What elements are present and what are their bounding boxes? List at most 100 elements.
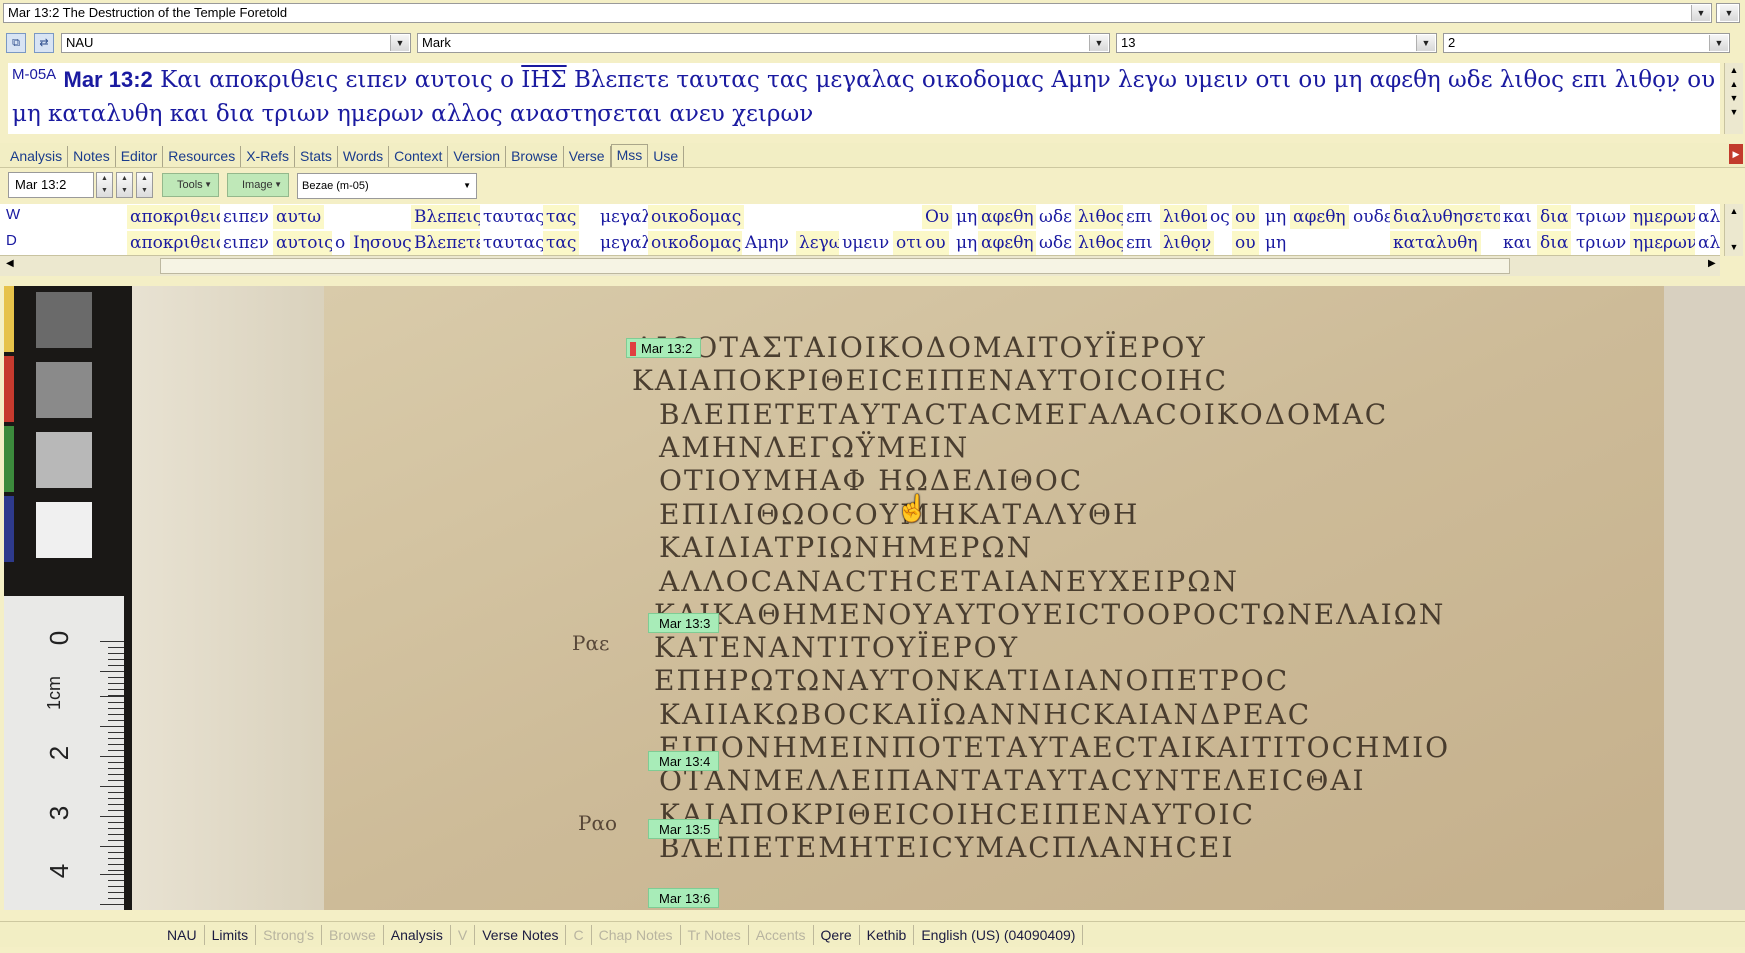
collation-word[interactable]: ου — [1232, 205, 1259, 229]
book-spinner[interactable]: ▲ ▼ — [136, 172, 153, 198]
collation-word[interactable]: λιθο̣ν̣ — [1160, 231, 1215, 255]
section-title-combo[interactable]: Mar 13:2 The Destruction of the Temple F… — [3, 3, 1712, 23]
collation-word[interactable]: λιθος — [1075, 231, 1129, 255]
collation-word[interactable]: Αμην — [742, 231, 792, 255]
collation-word[interactable]: αποκριθεις — [127, 231, 229, 255]
collation-word[interactable]: ταυτας — [480, 231, 548, 255]
chevron-down-icon[interactable]: ▼ — [1089, 35, 1108, 51]
collation-word[interactable]: ος — [1207, 205, 1233, 229]
collation-word[interactable]: αφεθη — [1290, 205, 1349, 229]
scroll-left-icon[interactable]: ◀ — [6, 258, 14, 269]
collation-word[interactable]: καταλυθη — [1390, 231, 1481, 255]
collation-hscrollbar[interactable]: ◀ ▶ — [0, 255, 1720, 276]
verse-tag[interactable]: Mar 13:2 — [626, 338, 702, 358]
collation-word[interactable]: ημερων — [1630, 205, 1701, 229]
verse-tag[interactable]: Mar 13:4 — [648, 751, 720, 771]
collation-word[interactable]: αυτω — [273, 205, 325, 229]
status-item[interactable]: C — [566, 924, 592, 945]
status-item[interactable]: V — [451, 924, 476, 945]
tab-browse[interactable]: Browse — [506, 146, 564, 167]
collation-word[interactable]: μη — [1262, 205, 1290, 229]
verse-spinner[interactable]: ▲ ▼ — [96, 172, 113, 198]
collation-word[interactable]: και — [1500, 205, 1535, 229]
collation-vscrollbar[interactable]: ▲ ▼ — [1724, 204, 1743, 256]
collation-word[interactable]: αλλ — [1695, 205, 1720, 229]
image-button[interactable]: Image ▼ — [227, 173, 289, 197]
version-select[interactable]: NAU ▼ — [61, 33, 411, 53]
tab-editor[interactable]: Editor — [116, 146, 164, 167]
collation-word[interactable]: μη — [1262, 231, 1290, 255]
collation-word[interactable]: ου — [1232, 231, 1259, 255]
chevron-down-icon[interactable]: ▼ — [390, 35, 409, 51]
collation-word[interactable]: τριων — [1573, 205, 1630, 229]
collation-word[interactable]: ωδε — [1036, 231, 1075, 255]
tab-use[interactable]: Use — [648, 146, 685, 167]
chapter-select[interactable]: 13 ▼ — [1116, 33, 1437, 53]
collation-word[interactable]: υμειν — [839, 231, 893, 255]
collation-word[interactable]: οτι — [893, 231, 926, 255]
chevron-right-icon[interactable]: ▶ — [1729, 144, 1743, 164]
verse-scrollbar[interactable]: ▲ ▲ ▼ ▼ — [1724, 63, 1743, 134]
collation-word[interactable]: ου — [922, 231, 949, 255]
status-item[interactable]: Chap Notes — [592, 924, 681, 945]
collation-word[interactable]: τας — [543, 205, 580, 229]
collation-word[interactable]: μη — [953, 231, 981, 255]
collation-word[interactable]: μη — [953, 205, 981, 229]
tools-button[interactable]: Tools ▼ — [162, 173, 219, 197]
collation-word[interactable]: ταυτας — [480, 205, 548, 229]
collation-word[interactable]: αυτοις — [273, 231, 337, 255]
collation-word[interactable]: τριων — [1573, 231, 1630, 255]
tab-resources[interactable]: Resources — [163, 146, 242, 167]
collation-word[interactable]: δια — [1537, 231, 1572, 255]
link-icon[interactable]: ⇄ — [34, 33, 54, 53]
chevron-down-icon[interactable]: ▼ — [1691, 5, 1710, 21]
status-item[interactable]: Browse — [322, 924, 384, 945]
collation-word[interactable]: λιθος — [1075, 205, 1129, 229]
verse-reference[interactable]: Mar 13:2 — [64, 67, 153, 92]
status-item[interactable]: English (US) (04090409) — [914, 924, 1084, 945]
collation-word[interactable]: Ου — [922, 205, 953, 229]
status-item[interactable]: Tr Notes — [681, 924, 749, 945]
collation-word[interactable]: αποκριθεις — [127, 205, 229, 229]
chevron-down-icon[interactable]: ▼ — [1416, 35, 1435, 51]
collation-word[interactable]: αφεθη — [978, 231, 1037, 255]
status-item[interactable]: Strong's — [256, 924, 323, 945]
status-item[interactable]: Accents — [749, 924, 814, 945]
collation-word[interactable]: οικοδομας — [648, 205, 745, 229]
manuscript-select[interactable]: Bezae (m-05) ▼ — [297, 173, 477, 199]
verse-tag[interactable]: Mar 13:5 — [648, 819, 720, 839]
status-item[interactable]: Verse Notes — [475, 924, 567, 945]
collation-word[interactable]: ειπεν — [220, 205, 272, 229]
collation-word[interactable]: αφεθη — [978, 205, 1037, 229]
tab-context[interactable]: Context — [389, 146, 449, 167]
scroll-up-icon[interactable]: ▲ — [1725, 204, 1743, 218]
scroll-down-icon[interactable]: ▼ — [1725, 105, 1743, 119]
collation-word[interactable]: οικοδομας — [648, 231, 745, 255]
book-select[interactable]: Mark ▼ — [417, 33, 1110, 53]
collation-word[interactable]: ημερων — [1630, 231, 1701, 255]
collation-word[interactable]: ο — [332, 231, 349, 255]
collation-word[interactable]: ουδε — [1350, 205, 1396, 229]
collation-word[interactable]: επι — [1123, 231, 1156, 255]
status-item[interactable]: Limits — [205, 924, 257, 945]
tab-analysis[interactable]: Analysis — [0, 146, 69, 167]
scroll-down-icon[interactable]: ▼ — [1725, 91, 1743, 105]
status-item[interactable]: Kethib — [860, 924, 915, 945]
scroll-thumb[interactable] — [160, 258, 1510, 274]
collation-word[interactable]: ειπεν — [220, 231, 272, 255]
verse-tag[interactable]: Mar 13:3 — [648, 613, 720, 633]
collation-word[interactable]: αλλ — [1695, 231, 1720, 255]
reference-input[interactable]: Mar 13:2 — [8, 172, 94, 198]
status-item[interactable]: Analysis — [384, 924, 451, 945]
collation-word[interactable]: ωδε — [1036, 205, 1075, 229]
collation-word[interactable]: δια — [1537, 205, 1572, 229]
chevron-down-icon[interactable]: ▼ — [1720, 5, 1738, 21]
scroll-up-icon[interactable]: ▲ — [1725, 63, 1743, 77]
tab-words[interactable]: Words — [338, 146, 390, 167]
collation-word[interactable]: τας — [543, 231, 580, 255]
collation-word[interactable]: και — [1500, 231, 1535, 255]
manuscript-image-viewer[interactable]: 0 1cm 2 3 4 ΛΙΘΟΤΑΣΤΑΙΟΙΚΟΔΟΜΑΙΤΟΥΪΕΡΟΥ ΚΑΙΑΠ… — [4, 286, 1745, 910]
tab-verse[interactable]: Verse — [564, 146, 611, 167]
scroll-up-icon[interactable]: ▲ — [1725, 77, 1743, 91]
verse-select[interactable]: 2 ▼ — [1443, 33, 1730, 53]
